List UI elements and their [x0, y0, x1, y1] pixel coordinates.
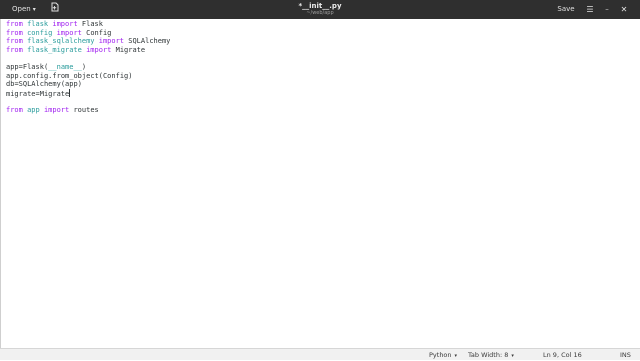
code-line: app.config.from_object(Config) [6, 71, 133, 80]
gedit-window: Open ▾ *__init__.py ~/web/app Save ☰ – ✕ … [0, 0, 640, 360]
open-button-label: Open [12, 5, 31, 13]
code-line: app=Flask(__name__) [6, 62, 87, 71]
text-cursor [69, 88, 71, 97]
save-button[interactable]: Save [556, 2, 576, 17]
chevron-down-icon: ▾ [32, 6, 36, 13]
status-bar: Python ▾ Tab Width: 8 ▾ Ln 9, Col 16 INS [0, 348, 640, 360]
language-label: Python [429, 351, 452, 359]
new-document-icon [51, 2, 58, 12]
code-line: from config import Config [6, 28, 112, 37]
cursor-position[interactable]: Ln 9, Col 16 [543, 350, 582, 360]
header-bar: Open ▾ *__init__.py ~/web/app Save ☰ – ✕ [0, 0, 640, 19]
code-line: from app import routes [6, 105, 99, 114]
tab-width-selector[interactable]: Tab Width: 8 ▾ [468, 350, 514, 361]
minimize-icon[interactable]: – [602, 2, 612, 17]
code-line: from flask_migrate import Migrate [6, 45, 146, 54]
chevron-down-icon: ▾ [511, 353, 514, 359]
open-button[interactable]: Open ▾ [8, 2, 40, 17]
window-subtitle: ~/web/app [306, 10, 334, 16]
code-line: db=SQLAlchemy(app) [6, 80, 82, 89]
hamburger-menu-icon[interactable]: ☰ [584, 2, 596, 17]
window-title: *__init__.py [298, 2, 342, 10]
close-icon[interactable]: ✕ [619, 2, 629, 17]
code-content: from flask import Flask from config impor… [6, 20, 170, 115]
code-line: from flask import Flask [6, 20, 103, 28]
window-title-area: *__init__.py ~/web/app [220, 2, 420, 17]
insert-mode-indicator: INS [620, 351, 631, 359]
new-document-button[interactable] [47, 2, 61, 17]
code-line: migrate=Migrate [6, 88, 71, 98]
tab-width-label: Tab Width: 8 [468, 351, 509, 359]
code-line: from flask_sqlalchemy import SQLAlchemy [6, 37, 171, 46]
language-selector[interactable]: Python ▾ [429, 350, 457, 361]
chevron-down-icon: ▾ [454, 353, 458, 359]
text-editor-area[interactable]: from flask import Flask from config impor… [0, 19, 640, 348]
